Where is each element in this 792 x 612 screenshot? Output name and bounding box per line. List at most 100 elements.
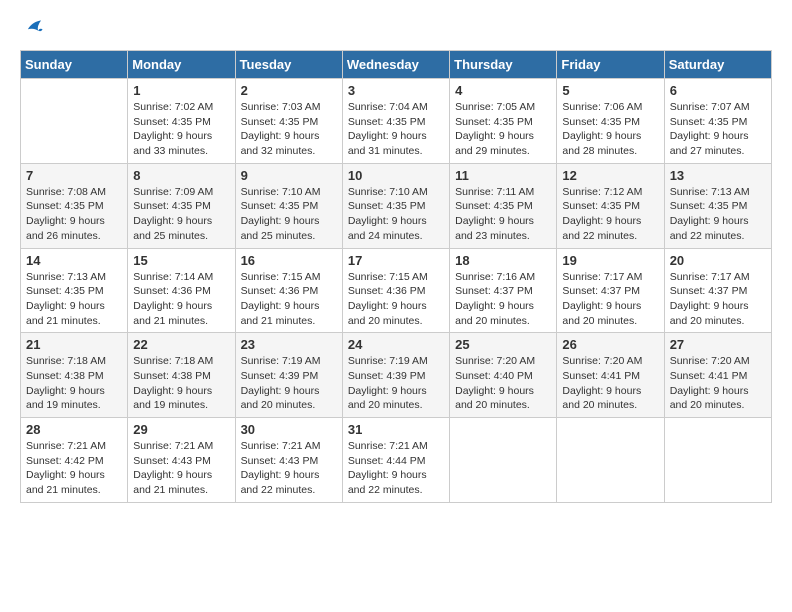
- calendar-cell: [21, 79, 128, 164]
- page-header: [20, 16, 772, 38]
- day-info: Sunrise: 7:15 AM Sunset: 4:36 PM Dayligh…: [241, 270, 337, 329]
- calendar-cell: 7 Sunrise: 7:08 AM Sunset: 4:35 PM Daylig…: [21, 163, 128, 248]
- calendar-cell: 26Sunrise: 7:20 AM Sunset: 4:41 PM Dayli…: [557, 333, 664, 418]
- day-number: 27: [670, 337, 766, 352]
- calendar-week-row: 28 Sunrise: 7:21 AM Sunset: 4:42 PM Dayli…: [21, 418, 772, 503]
- calendar-cell: 6 Sunrise: 7:07 AM Sunset: 4:35 PM Daylig…: [664, 79, 771, 164]
- calendar-cell: 8 Sunrise: 7:09 AM Sunset: 4:35 PM Daylig…: [128, 163, 235, 248]
- day-info: Sunrise: 7:13 AM Sunset: 4:35 PM Dayligh…: [26, 270, 122, 329]
- day-number: 14: [26, 253, 122, 268]
- logo: [20, 16, 44, 38]
- calendar-cell: [557, 418, 664, 503]
- day-info: Sunrise: 7:21 AM Sunset: 4:42 PM Dayligh…: [26, 439, 122, 498]
- logo-bird-icon: [22, 16, 44, 38]
- day-info: Sunrise: 7:16 AM Sunset: 4:37 PM Dayligh…: [455, 270, 551, 329]
- day-info: Sunrise: 7:17 AM Sunset: 4:37 PM Dayligh…: [562, 270, 658, 329]
- day-number: 4: [455, 83, 551, 98]
- calendar-cell: 25Sunrise: 7:20 AM Sunset: 4:40 PM Dayli…: [450, 333, 557, 418]
- calendar-cell: 31Sunrise: 7:21 AM Sunset: 4:44 PM Dayli…: [342, 418, 449, 503]
- calendar-cell: 15 Sunrise: 7:14 AM Sunset: 4:36 PM Dayli…: [128, 248, 235, 333]
- calendar-cell: 28 Sunrise: 7:21 AM Sunset: 4:42 PM Dayli…: [21, 418, 128, 503]
- calendar-cell: 4Sunrise: 7:05 AM Sunset: 4:35 PM Daylig…: [450, 79, 557, 164]
- day-info: Sunrise: 7:21 AM Sunset: 4:43 PM Dayligh…: [241, 439, 337, 498]
- day-info: Sunrise: 7:18 AM Sunset: 4:38 PM Dayligh…: [133, 354, 229, 413]
- day-number: 26: [562, 337, 658, 352]
- day-number: 22: [133, 337, 229, 352]
- calendar-cell: 18 Sunrise: 7:16 AM Sunset: 4:37 PM Dayli…: [450, 248, 557, 333]
- calendar-cell: 16 Sunrise: 7:15 AM Sunset: 4:36 PM Dayli…: [235, 248, 342, 333]
- day-info: Sunrise: 7:20 AM Sunset: 4:40 PM Dayligh…: [455, 354, 551, 413]
- day-info: Sunrise: 7:12 AM Sunset: 4:35 PM Dayligh…: [562, 185, 658, 244]
- day-number: 31: [348, 422, 444, 437]
- day-number: 23: [241, 337, 337, 352]
- day-number: 1: [133, 83, 229, 98]
- calendar-day-header: Sunday: [21, 51, 128, 79]
- calendar-cell: 23 Sunrise: 7:19 AM Sunset: 4:39 PM Dayli…: [235, 333, 342, 418]
- day-number: 30: [241, 422, 337, 437]
- calendar-day-header: Saturday: [664, 51, 771, 79]
- day-number: 3: [348, 83, 444, 98]
- day-info: Sunrise: 7:15 AM Sunset: 4:36 PM Dayligh…: [348, 270, 444, 329]
- calendar-cell: 20Sunrise: 7:17 AM Sunset: 4:37 PM Dayli…: [664, 248, 771, 333]
- day-info: Sunrise: 7:17 AM Sunset: 4:37 PM Dayligh…: [670, 270, 766, 329]
- day-info: Sunrise: 7:08 AM Sunset: 4:35 PM Dayligh…: [26, 185, 122, 244]
- calendar-cell: 10 Sunrise: 7:10 AM Sunset: 4:35 PM Dayli…: [342, 163, 449, 248]
- day-info: Sunrise: 7:06 AM Sunset: 4:35 PM Dayligh…: [562, 100, 658, 159]
- calendar-cell: 17 Sunrise: 7:15 AM Sunset: 4:36 PM Dayli…: [342, 248, 449, 333]
- day-number: 6: [670, 83, 766, 98]
- day-info: Sunrise: 7:07 AM Sunset: 4:35 PM Dayligh…: [670, 100, 766, 159]
- calendar-cell: [664, 418, 771, 503]
- calendar-cell: 13Sunrise: 7:13 AM Sunset: 4:35 PM Dayli…: [664, 163, 771, 248]
- calendar-cell: 11Sunrise: 7:11 AM Sunset: 4:35 PM Dayli…: [450, 163, 557, 248]
- day-number: 29: [133, 422, 229, 437]
- day-number: 16: [241, 253, 337, 268]
- day-number: 21: [26, 337, 122, 352]
- calendar-body: 1 Sunrise: 7:02 AM Sunset: 4:35 PM Daylig…: [21, 79, 772, 503]
- calendar-cell: 14 Sunrise: 7:13 AM Sunset: 4:35 PM Dayli…: [21, 248, 128, 333]
- calendar-cell: 2Sunrise: 7:03 AM Sunset: 4:35 PM Daylig…: [235, 79, 342, 164]
- day-info: Sunrise: 7:02 AM Sunset: 4:35 PM Dayligh…: [133, 100, 229, 159]
- day-info: Sunrise: 7:18 AM Sunset: 4:38 PM Dayligh…: [26, 354, 122, 413]
- day-info: Sunrise: 7:10 AM Sunset: 4:35 PM Dayligh…: [241, 185, 337, 244]
- day-info: Sunrise: 7:21 AM Sunset: 4:43 PM Dayligh…: [133, 439, 229, 498]
- day-info: Sunrise: 7:19 AM Sunset: 4:39 PM Dayligh…: [241, 354, 337, 413]
- day-number: 12: [562, 168, 658, 183]
- day-number: 28: [26, 422, 122, 437]
- day-info: Sunrise: 7:10 AM Sunset: 4:35 PM Dayligh…: [348, 185, 444, 244]
- calendar-table: SundayMondayTuesdayWednesdayThursdayFrid…: [20, 50, 772, 503]
- day-number: 11: [455, 168, 551, 183]
- day-info: Sunrise: 7:03 AM Sunset: 4:35 PM Dayligh…: [241, 100, 337, 159]
- calendar-day-header: Monday: [128, 51, 235, 79]
- calendar-week-row: 1 Sunrise: 7:02 AM Sunset: 4:35 PM Daylig…: [21, 79, 772, 164]
- calendar-week-row: 21 Sunrise: 7:18 AM Sunset: 4:38 PM Dayli…: [21, 333, 772, 418]
- calendar-cell: 24Sunrise: 7:19 AM Sunset: 4:39 PM Dayli…: [342, 333, 449, 418]
- calendar-cell: 21 Sunrise: 7:18 AM Sunset: 4:38 PM Dayli…: [21, 333, 128, 418]
- calendar-cell: 1 Sunrise: 7:02 AM Sunset: 4:35 PM Daylig…: [128, 79, 235, 164]
- day-number: 17: [348, 253, 444, 268]
- day-info: Sunrise: 7:09 AM Sunset: 4:35 PM Dayligh…: [133, 185, 229, 244]
- day-info: Sunrise: 7:04 AM Sunset: 4:35 PM Dayligh…: [348, 100, 444, 159]
- calendar-cell: 5Sunrise: 7:06 AM Sunset: 4:35 PM Daylig…: [557, 79, 664, 164]
- calendar-cell: 29 Sunrise: 7:21 AM Sunset: 4:43 PM Dayli…: [128, 418, 235, 503]
- calendar-cell: [450, 418, 557, 503]
- calendar-week-row: 14 Sunrise: 7:13 AM Sunset: 4:35 PM Dayli…: [21, 248, 772, 333]
- calendar-day-header: Tuesday: [235, 51, 342, 79]
- day-info: Sunrise: 7:20 AM Sunset: 4:41 PM Dayligh…: [670, 354, 766, 413]
- calendar-day-header: Thursday: [450, 51, 557, 79]
- day-number: 9: [241, 168, 337, 183]
- day-number: 18: [455, 253, 551, 268]
- day-number: 10: [348, 168, 444, 183]
- day-info: Sunrise: 7:19 AM Sunset: 4:39 PM Dayligh…: [348, 354, 444, 413]
- day-number: 15: [133, 253, 229, 268]
- calendar-week-row: 7 Sunrise: 7:08 AM Sunset: 4:35 PM Daylig…: [21, 163, 772, 248]
- day-number: 7: [26, 168, 122, 183]
- calendar-cell: 30 Sunrise: 7:21 AM Sunset: 4:43 PM Dayli…: [235, 418, 342, 503]
- calendar-cell: 9 Sunrise: 7:10 AM Sunset: 4:35 PM Daylig…: [235, 163, 342, 248]
- calendar-day-header: Friday: [557, 51, 664, 79]
- calendar-cell: 22 Sunrise: 7:18 AM Sunset: 4:38 PM Dayli…: [128, 333, 235, 418]
- day-number: 19: [562, 253, 658, 268]
- day-info: Sunrise: 7:13 AM Sunset: 4:35 PM Dayligh…: [670, 185, 766, 244]
- calendar-cell: 27 Sunrise: 7:20 AM Sunset: 4:41 PM Dayli…: [664, 333, 771, 418]
- day-number: 8: [133, 168, 229, 183]
- day-info: Sunrise: 7:14 AM Sunset: 4:36 PM Dayligh…: [133, 270, 229, 329]
